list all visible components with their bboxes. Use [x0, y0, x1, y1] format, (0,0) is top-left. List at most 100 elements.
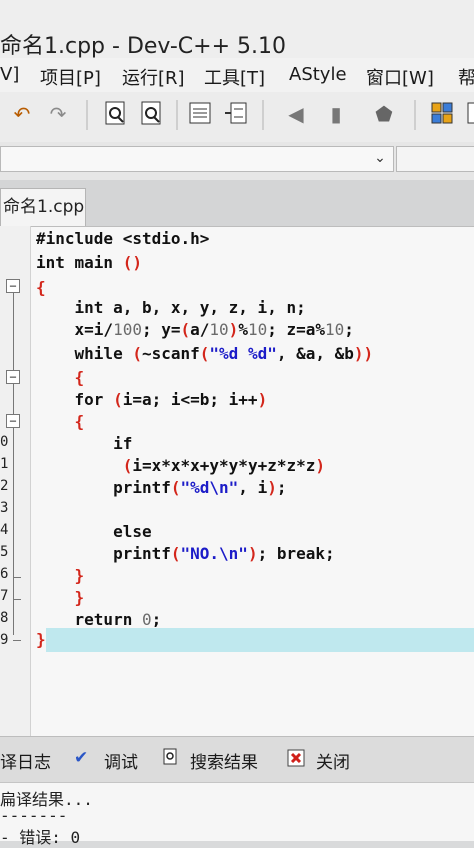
- output-line: - 错误: 0: [0, 828, 81, 847]
- code-token: ; z=a%: [267, 320, 326, 339]
- code-line[interactable]: }: [36, 566, 85, 585]
- code-token: else: [36, 522, 152, 541]
- menu-run[interactable]: 运行[R]: [122, 64, 185, 90]
- menu-tools[interactable]: 工具[T]: [204, 64, 265, 90]
- fold-end-marker: [13, 640, 21, 641]
- code-token: int a, b, x, y, z, i, n;: [36, 298, 306, 317]
- code-token: ; break;: [257, 544, 335, 563]
- code-token: {: [36, 368, 85, 387]
- code-token: "NO.\n": [180, 544, 248, 563]
- chevron-down-icon[interactable]: ⌄: [368, 146, 392, 170]
- close-icon: [286, 748, 306, 773]
- code-token: ;: [151, 610, 162, 629]
- tab-search-results[interactable]: 搜索结果: [190, 748, 258, 773]
- code-token: (: [170, 544, 181, 563]
- undo-icon[interactable]: ↶: [8, 100, 36, 128]
- window-title: 命名1.cpp - Dev-C++ 5.10: [0, 34, 286, 59]
- grid-icon[interactable]: [428, 100, 456, 128]
- code-token: if: [36, 434, 133, 453]
- code-token: for: [36, 390, 114, 409]
- code-token: (: [170, 478, 181, 497]
- menu-astyle[interactable]: AStyle: [289, 64, 347, 85]
- menu-project[interactable]: 项目[P]: [40, 64, 101, 90]
- shield-icon[interactable]: ⬟: [370, 100, 398, 128]
- code-token: ;: [344, 320, 354, 339]
- line-number: 6: [0, 566, 9, 582]
- code-line[interactable]: {: [36, 368, 85, 387]
- code-line[interactable]: if: [36, 434, 132, 453]
- search-results-icon: [162, 748, 180, 771]
- code-line[interactable]: int a, b, x, y, z, i, n;: [36, 298, 306, 317]
- code-token: 10: [325, 320, 345, 339]
- code-token: )): [353, 344, 374, 363]
- fold-toggle-icon[interactable]: −: [6, 370, 20, 384]
- fold-toggle-icon[interactable]: −: [6, 279, 20, 293]
- code-line[interactable]: x=i/100; y=(a/10)%10; z=a%10;: [36, 320, 354, 339]
- fold-toggle-icon[interactable]: −: [6, 414, 20, 428]
- code-line[interactable]: else: [36, 522, 152, 541]
- code-line[interactable]: }: [36, 588, 85, 607]
- code-token: ): [267, 478, 277, 497]
- member-combo[interactable]: [396, 146, 474, 172]
- code-token: }: [36, 630, 46, 649]
- indent-icon[interactable]: [186, 100, 214, 128]
- tab-compile-log[interactable]: 译日志: [0, 748, 51, 773]
- layout-icon[interactable]: [460, 100, 474, 128]
- check-mark-icon: ✔: [74, 748, 89, 768]
- code-token: }: [36, 588, 85, 607]
- tab-debug[interactable]: 调试: [104, 748, 138, 773]
- code-line[interactable]: for (i=a; i<=b; i++): [36, 390, 268, 409]
- tab-file[interactable]: 命名1.cpp: [0, 188, 86, 226]
- redo-icon[interactable]: ↷: [44, 100, 72, 128]
- menu-help[interactable]: 帮: [458, 64, 474, 90]
- code-token: "%d\n": [180, 478, 239, 497]
- toolbar-separator: [86, 100, 88, 130]
- code-line[interactable]: (i=x*x*x+y*y*y+z*z*z): [36, 456, 325, 475]
- replace-icon[interactable]: [138, 100, 166, 128]
- code-token: a/: [190, 320, 210, 339]
- class-combo[interactable]: [0, 146, 394, 172]
- code-token: ): [247, 544, 258, 563]
- code-token: printf: [36, 478, 171, 497]
- code-token: ~scanf: [141, 344, 200, 363]
- code-token: (: [199, 344, 210, 363]
- code-token: {: [36, 412, 85, 431]
- line-number: 8: [0, 610, 9, 626]
- code-token: 10: [209, 320, 229, 339]
- code-line[interactable]: while (~scanf("%d %d", &a, &b)): [36, 344, 374, 363]
- code-token: ; y=: [141, 320, 181, 339]
- line-number: 1: [0, 456, 9, 472]
- code-token: 100: [113, 320, 142, 339]
- unindent-icon[interactable]: [222, 100, 250, 128]
- code-token: (: [132, 344, 142, 363]
- code-token: i=a; i<=b; i++: [122, 390, 258, 409]
- menu-window[interactable]: 窗口[W]: [366, 64, 434, 90]
- code-token: ): [315, 456, 326, 475]
- toolbar-separator: [176, 100, 178, 130]
- code-token: #include <stdio.h>: [36, 229, 210, 248]
- code-line[interactable]: int main (): [36, 253, 142, 272]
- current-line-highlight: [46, 628, 474, 652]
- code-token: }: [36, 566, 85, 585]
- menu-view[interactable]: V]: [0, 64, 19, 85]
- code-token: , &a, &b: [276, 344, 354, 363]
- goto-bookmark-icon[interactable]: ▮: [322, 100, 350, 128]
- code-line[interactable]: #include <stdio.h>: [36, 229, 209, 248]
- code-token: (): [122, 253, 142, 272]
- code-line[interactable]: printf("NO.\n"); break;: [36, 544, 335, 563]
- code-token: "%d %d": [209, 344, 277, 363]
- toolbar-separator: [414, 100, 416, 130]
- code-token: while: [36, 344, 133, 363]
- toggle-bookmark-icon[interactable]: ◀: [282, 100, 310, 128]
- code-line[interactable]: {: [36, 278, 46, 297]
- code-line[interactable]: }: [36, 630, 46, 649]
- find-icon[interactable]: [102, 100, 130, 128]
- code-token: , i: [238, 478, 268, 497]
- code-line[interactable]: {: [36, 412, 85, 431]
- code-line[interactable]: printf("%d\n", i);: [36, 478, 286, 497]
- code-token: (: [122, 456, 133, 475]
- code-line[interactable]: return 0;: [36, 610, 162, 629]
- line-number: 2: [0, 478, 9, 494]
- tab-close[interactable]: 关闭: [316, 748, 350, 773]
